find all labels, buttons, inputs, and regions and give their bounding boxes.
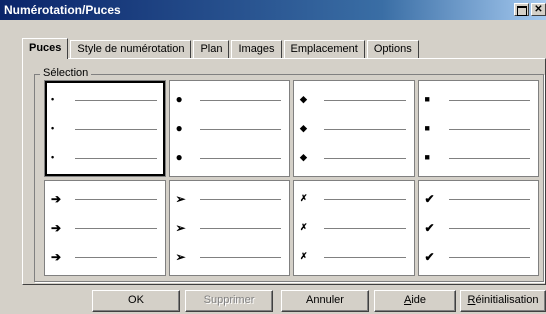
tab-options[interactable]: Options (366, 40, 419, 58)
square-bullet-icon: ■ (424, 94, 430, 105)
bullet-option-arrow[interactable]: ➔ ➔ ➔ (44, 179, 166, 276)
window-title: Numérotation/Puces (4, 3, 121, 17)
small-dot-bullet-icon: • (51, 94, 55, 105)
bullet-option-arrowhead[interactable]: ➢ ➢ ➢ (168, 179, 290, 276)
ok-button[interactable]: OK (92, 290, 180, 312)
close-button[interactable]: ✕ (531, 3, 546, 16)
diamond-bullet-icon: ◆ (300, 151, 307, 162)
reinitialisation-button[interactable]: Réinitialisation (460, 290, 546, 312)
small-dot-bullet-icon: • (51, 152, 55, 163)
reinit-label-rest: éinitialisation (475, 294, 539, 306)
maximize-button[interactable] (514, 3, 529, 16)
bullet-option-large-dot[interactable]: ● ● ● (168, 80, 290, 177)
diamond-bullet-icon: ◆ (300, 93, 307, 104)
tab-images[interactable]: Images (231, 40, 282, 58)
aide-label-rest: ide (411, 294, 427, 306)
cross-bullet-icon: ✗ (300, 251, 308, 262)
arrowhead-bullet-icon: ➢ (175, 220, 186, 235)
annuler-button[interactable]: Annuler (281, 290, 369, 312)
tab-style-de-numerotation[interactable]: Style de numérotation (70, 40, 192, 58)
bullet-option-cross[interactable]: ✗ ✗ ✗ (293, 179, 415, 276)
diamond-bullet-icon: ◆ (300, 122, 307, 133)
aide-button[interactable]: Aide (374, 290, 456, 312)
tab-strip: Puces Style de numérotation Plan Images … (22, 38, 421, 59)
square-bullet-icon: ■ (424, 123, 430, 134)
tab-plan[interactable]: Plan (193, 40, 230, 58)
square-bullet-icon: ■ (424, 152, 430, 163)
title-bar: Numérotation/Puces ✕ (0, 0, 546, 20)
arrow-bullet-icon: ➔ (51, 191, 62, 206)
cross-bullet-icon: ✗ (300, 193, 308, 204)
dialog-button-bar: OK Supprimer Annuler Aide Réinitialisati… (0, 290, 546, 314)
bullet-option-checkmark[interactable]: ✔ ✔ ✔ (417, 179, 539, 276)
bullet-style-grid: • • • ● ● ● ◆ ◆ ◆ ■ ■ ■ ➔ ➔ ➔ ➢ ➢ ➢ ✗ ✗ … (44, 80, 539, 276)
small-dot-bullet-icon: • (51, 123, 55, 134)
checkmark-bullet-icon: ✔ (424, 191, 435, 206)
arrowhead-bullet-icon: ➢ (175, 191, 186, 206)
arrow-bullet-icon: ➔ (51, 220, 62, 235)
close-icon: ✕ (534, 4, 543, 15)
arrow-bullet-icon: ➔ (51, 249, 62, 264)
selection-group-label: Sélection (40, 67, 92, 79)
bullet-option-diamond[interactable]: ◆ ◆ ◆ (293, 80, 415, 177)
supprimer-button[interactable]: Supprimer (185, 290, 273, 312)
bullet-option-square[interactable]: ■ ■ ■ (417, 80, 539, 177)
checkmark-bullet-icon: ✔ (424, 220, 435, 235)
cross-bullet-icon: ✗ (300, 222, 308, 233)
large-dot-bullet-icon: ● (175, 121, 183, 136)
tab-emplacement[interactable]: Emplacement (283, 40, 365, 58)
large-dot-bullet-icon: ● (175, 150, 183, 165)
maximize-icon (516, 6, 527, 16)
bullet-option-small-dot[interactable]: • • • (44, 80, 166, 177)
arrowhead-bullet-icon: ➢ (175, 249, 186, 264)
large-dot-bullet-icon: ● (175, 92, 183, 107)
checkmark-bullet-icon: ✔ (424, 249, 435, 264)
tab-puces[interactable]: Puces (22, 38, 69, 59)
